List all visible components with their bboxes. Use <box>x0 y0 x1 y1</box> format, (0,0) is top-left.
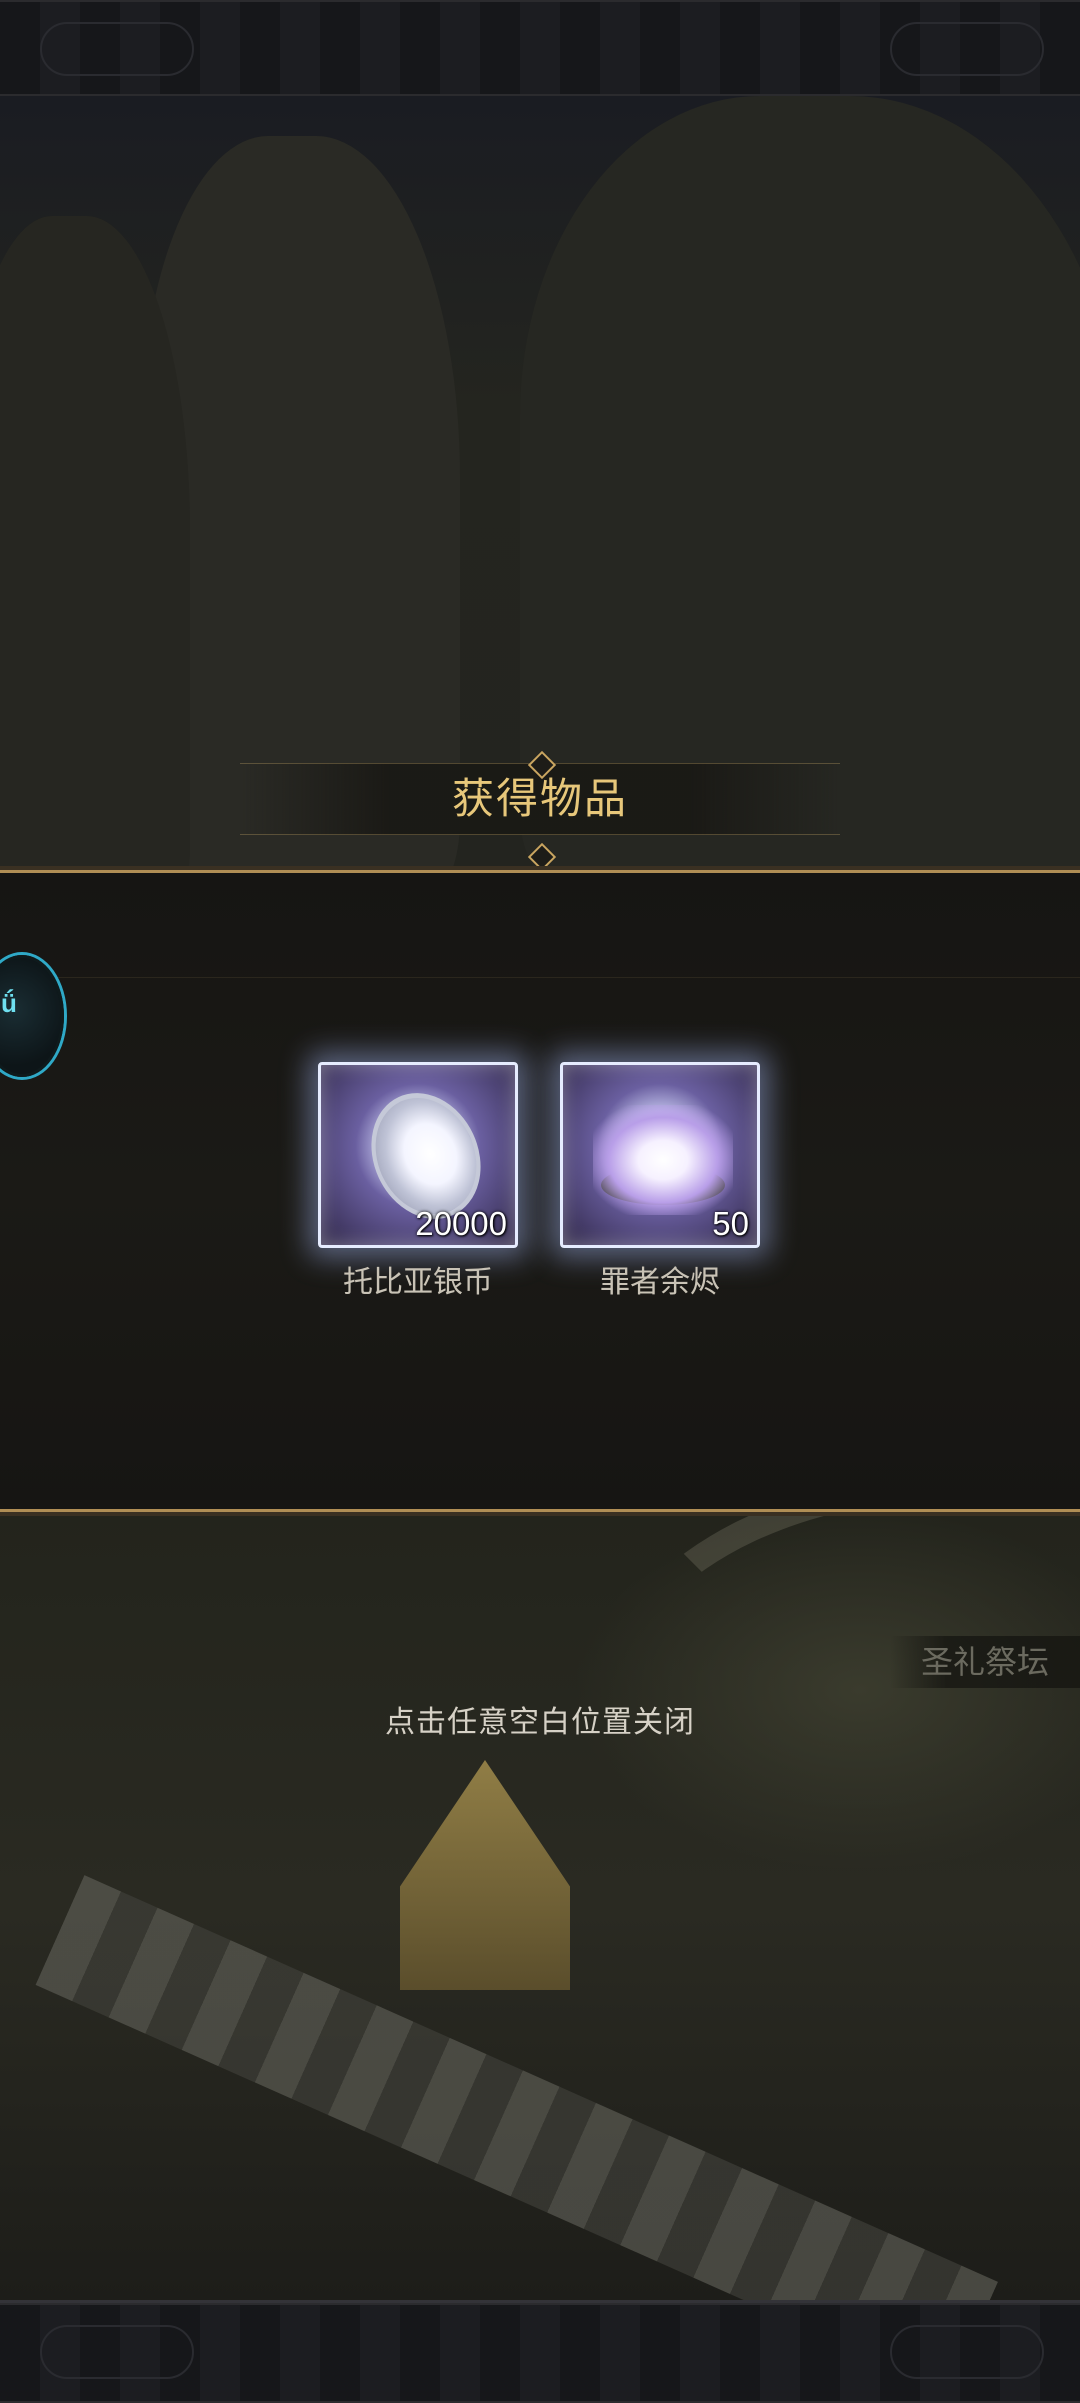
location-label-altar[interactable]: 圣礼祭坛 <box>890 1636 1080 1688</box>
panel-divider <box>0 977 1080 978</box>
background-scene-bottom <box>0 1510 1080 2300</box>
item-card-silver-coin[interactable]: 20000 <box>318 1062 518 1248</box>
cliff-rock <box>520 96 1080 870</box>
top-frame-bar <box>0 0 1080 99</box>
item-name: 托比亚银币 <box>343 1266 493 1299</box>
frame-ornament <box>40 22 194 76</box>
item-quantity: 50 <box>712 1205 749 1242</box>
dialog-title: 获得物品 <box>451 775 628 822</box>
cliff-rock <box>0 216 190 870</box>
frame-ornament <box>40 2325 194 2379</box>
item-card-ember[interactable]: 50 <box>560 1062 760 1248</box>
close-hint-text[interactable]: 点击任意空白位置关闭 <box>340 1697 740 1741</box>
item-name: 罪者余烬 <box>600 1266 720 1299</box>
frame-ornament <box>890 2325 1044 2379</box>
avatar-logo-icon: ǘ <box>1 988 17 1018</box>
bottom-frame-bar <box>0 2300 1080 2403</box>
frame-ornament <box>890 22 1044 76</box>
reward-panel <box>0 870 1080 1512</box>
ember-icon <box>593 1105 733 1215</box>
item-quantity: 20000 <box>415 1205 507 1242</box>
castle-tower <box>400 1760 570 1990</box>
